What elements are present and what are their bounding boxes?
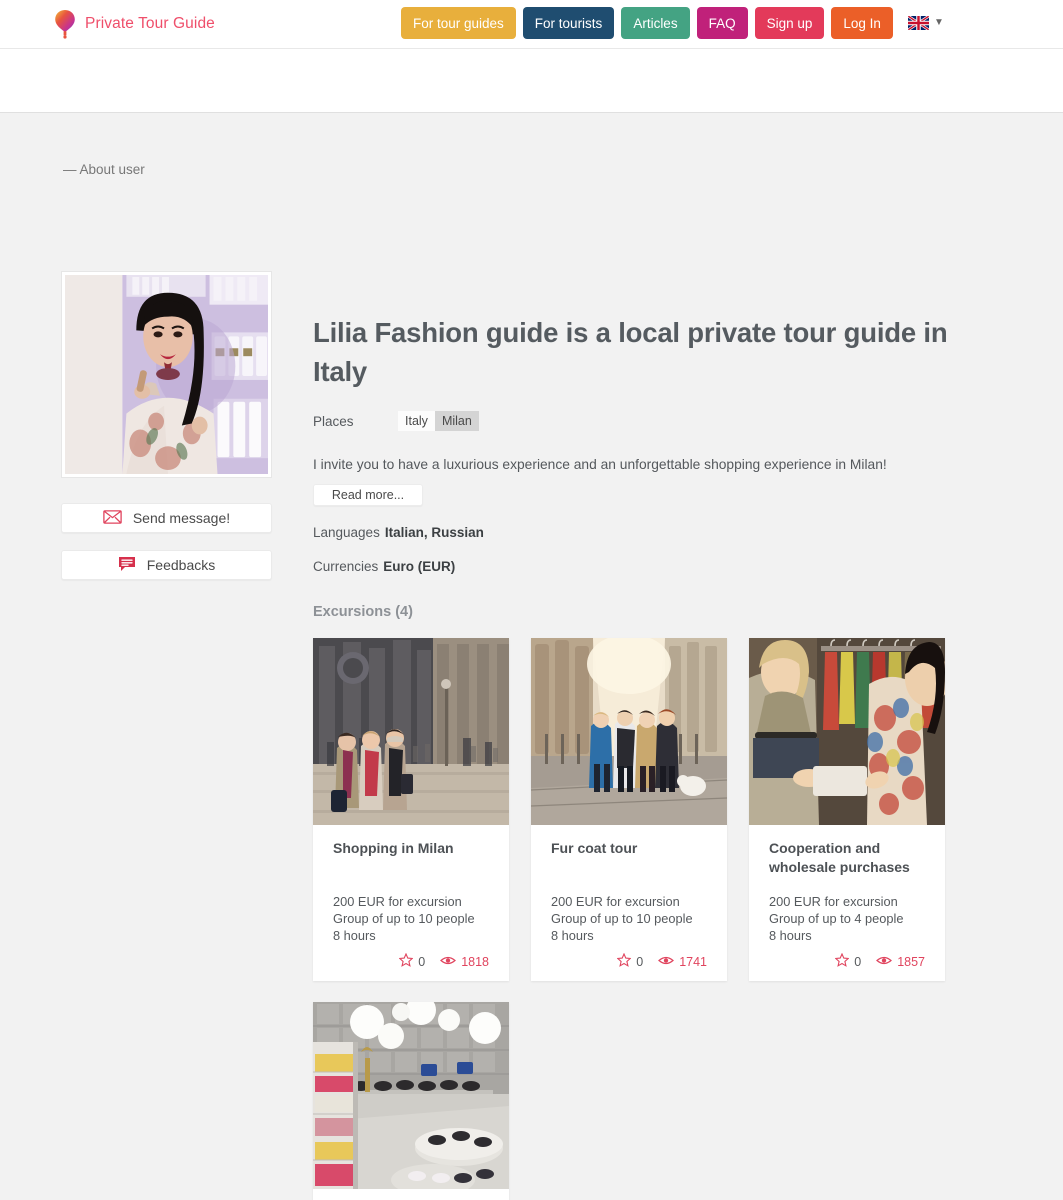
- language-switcher[interactable]: ▼: [907, 16, 944, 30]
- nav-articles[interactable]: Articles: [621, 7, 690, 39]
- eye-icon: [658, 955, 675, 969]
- star-icon: [398, 952, 414, 970]
- page-title: Lilia Fashion guide is a local private t…: [313, 317, 948, 387]
- place-tag-italy[interactable]: Italy: [398, 411, 435, 431]
- excursion-title: Fur coat tour: [551, 840, 638, 856]
- chevron-down-icon: ▼: [933, 17, 944, 28]
- profile-sidebar: Send message! Feedbacks: [61, 271, 272, 580]
- nav-sign-up[interactable]: Sign up: [754, 7, 825, 39]
- rating-value: 0: [636, 954, 644, 969]
- nav-for-tourists[interactable]: For tourists: [522, 7, 615, 39]
- views-stat: 1818: [440, 955, 489, 969]
- send-message-label: Send message!: [132, 510, 231, 526]
- filter-bar: Online only ON OFF Language: [0, 49, 1063, 147]
- breadcrumb: — About user: [63, 162, 145, 177]
- excursion-card[interactable]: Cooperation and wholesale purchases 200 …: [749, 638, 945, 981]
- excursion-image: [531, 638, 727, 825]
- places-label: Places: [313, 413, 354, 429]
- excursion-image: [749, 638, 945, 825]
- currencies-value: Euro (EUR): [383, 559, 456, 574]
- excursion-duration: 8 hours: [551, 928, 594, 943]
- excursions-grid: Shopping in Milan 200 EUR for excursion …: [313, 638, 973, 1200]
- star-icon: [616, 952, 632, 970]
- excursion-card[interactable]: Shopping in Milan 200 EUR for excursion …: [313, 638, 509, 981]
- excursion-body: Cooperation and wholesale purchases 200 …: [749, 825, 945, 981]
- excursion-stats: 0 1741: [551, 952, 707, 970]
- rating-value: 0: [854, 954, 862, 969]
- excursion-stats: 0 1857: [769, 952, 925, 970]
- views-value: 1857: [897, 954, 925, 969]
- excursion-duration: 8 hours: [333, 928, 376, 943]
- excursion-price: 200 EUR for excursion: [551, 894, 680, 909]
- excursion-stats: 0 1818: [333, 952, 489, 970]
- feedbacks-button[interactable]: Feedbacks: [61, 550, 272, 580]
- rating-stat: 0: [398, 952, 426, 970]
- excursion-image: [313, 638, 509, 825]
- envelope-icon: [103, 509, 122, 527]
- nav-log-in[interactable]: Log In: [831, 7, 893, 39]
- excursion-group: Group of up to 10 people: [551, 911, 693, 926]
- excursion-title: Cooperation and wholesale purchases: [769, 840, 910, 875]
- read-more-button[interactable]: Read more...: [313, 484, 423, 506]
- excursion-group: Group of up to 4 people: [769, 911, 904, 926]
- speech-bubble-icon: [118, 556, 136, 575]
- excursions-heading: Excursions (4): [313, 604, 413, 620]
- profile-intro: I invite you to have a luxurious experie…: [313, 457, 887, 472]
- excursion-image: [313, 1002, 509, 1189]
- views-stat: 1741: [658, 955, 707, 969]
- currencies-row: Currencies Euro (EUR): [313, 559, 973, 574]
- logo-link[interactable]: Private Tour Guide: [54, 9, 215, 39]
- star-icon: [834, 952, 850, 970]
- uk-flag-icon: [907, 16, 929, 30]
- profile-main: Lilia Fashion guide is a local private t…: [313, 313, 973, 1200]
- send-message-button[interactable]: Send message!: [61, 503, 272, 533]
- excursion-meta: 200 EUR for excursion Group of up to 4 p…: [769, 893, 925, 944]
- excursion-body: Shopping in Milan 200 EUR for excursion …: [313, 825, 509, 981]
- excursion-body: Fashion tour in Milan 250 EUR for excurs…: [313, 1189, 509, 1200]
- nav-faq[interactable]: FAQ: [696, 7, 748, 39]
- avatar: [61, 271, 272, 478]
- nav-for-tour-guides[interactable]: For tour guides: [401, 7, 516, 39]
- views-stat: 1857: [876, 955, 925, 969]
- rating-stat: 0: [834, 952, 862, 970]
- feedbacks-label: Feedbacks: [146, 557, 216, 573]
- page-content: — About user Send message! Feedbacks Lil…: [0, 113, 1063, 1200]
- excursion-body: Fur coat tour 200 EUR for excursion Grou…: [531, 825, 727, 981]
- languages-row: Languages Italian, Russian: [313, 525, 973, 540]
- places-row: Places Italy Milan: [313, 411, 973, 431]
- eye-icon: [876, 955, 893, 969]
- views-value: 1741: [679, 954, 707, 969]
- excursion-duration: 8 hours: [769, 928, 812, 943]
- excursion-price: 200 EUR for excursion: [769, 894, 898, 909]
- excursion-card[interactable]: Fashion tour in Milan 250 EUR for excurs…: [313, 1002, 509, 1200]
- place-tag-milan[interactable]: Milan: [434, 411, 479, 431]
- excursion-meta: 200 EUR for excursion Group of up to 10 …: [551, 893, 707, 944]
- site-header: Private Tour Guide For tour guides For t…: [0, 0, 1063, 49]
- logo-text: Private Tour Guide: [85, 15, 215, 32]
- balloon-pin-icon: [54, 9, 76, 39]
- languages-label: Languages: [313, 525, 380, 540]
- eye-icon: [440, 955, 457, 969]
- views-value: 1818: [461, 954, 489, 969]
- excursion-card[interactable]: Fur coat tour 200 EUR for excursion Grou…: [531, 638, 727, 981]
- excursion-price: 200 EUR for excursion: [333, 894, 462, 909]
- excursion-title: Shopping in Milan: [333, 840, 454, 856]
- languages-value: Italian, Russian: [384, 525, 484, 540]
- excursion-meta: 200 EUR for excursion Group of up to 10 …: [333, 893, 489, 944]
- currencies-label: Currencies: [313, 559, 379, 574]
- excursion-group: Group of up to 10 people: [333, 911, 475, 926]
- rating-stat: 0: [616, 952, 644, 970]
- rating-value: 0: [418, 954, 426, 969]
- main-navigation: For tour guides For tourists Articles FA…: [401, 7, 944, 39]
